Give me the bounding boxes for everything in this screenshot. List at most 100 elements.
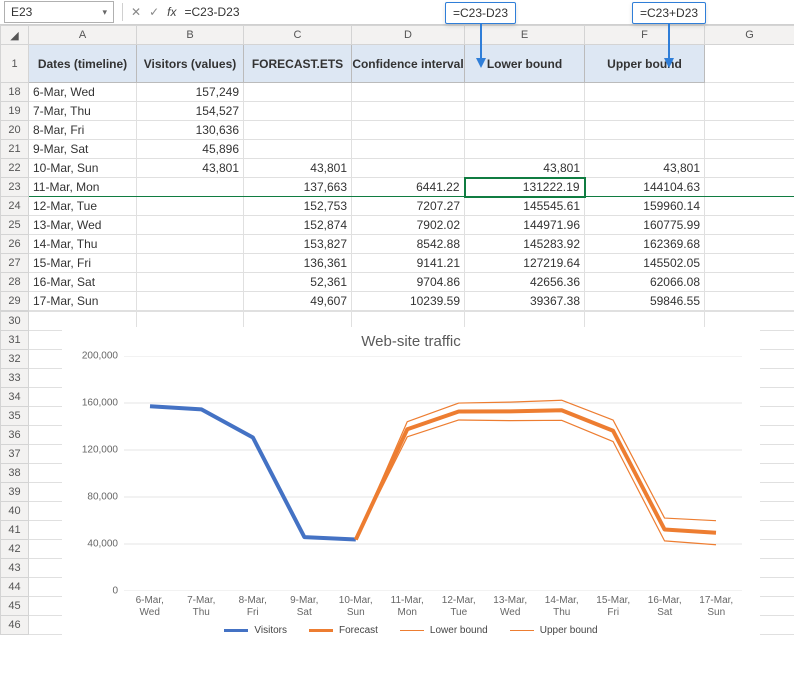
cell-visitors[interactable] [137, 216, 244, 235]
cell-forecast[interactable]: 52,361 [244, 273, 352, 292]
cell-empty[interactable] [705, 121, 794, 140]
row-head[interactable]: 28 [1, 273, 29, 292]
row-head-1[interactable]: 1 [1, 45, 29, 83]
fx-icon[interactable]: fx [167, 5, 176, 19]
cell-G-header[interactable] [705, 45, 794, 83]
cell-date[interactable]: 9-Mar, Sat [29, 140, 137, 159]
row-head[interactable]: 37 [1, 445, 29, 464]
cell-forecast[interactable]: 137,663 [244, 178, 352, 197]
cell-empty[interactable] [705, 235, 794, 254]
cell-visitors[interactable]: 43,801 [137, 159, 244, 178]
cell-upper[interactable]: 62066.08 [585, 273, 705, 292]
row-head[interactable]: 34 [1, 388, 29, 407]
header-visitors[interactable]: Visitors (values) [137, 45, 244, 83]
header-upper[interactable]: Upper bound [585, 45, 705, 83]
cell-conf[interactable]: 8542.88 [352, 235, 465, 254]
cell-upper[interactable]: 43,801 [585, 159, 705, 178]
cell-date[interactable]: 10-Mar, Sun [29, 159, 137, 178]
cell-visitors[interactable] [137, 235, 244, 254]
header-forecast[interactable]: FORECAST.ETS [244, 45, 352, 83]
cell-forecast[interactable]: 43,801 [244, 159, 352, 178]
cell-forecast[interactable] [244, 83, 352, 102]
row-head[interactable]: 32 [1, 350, 29, 369]
row-head[interactable]: 42 [1, 540, 29, 559]
cell-upper[interactable] [585, 121, 705, 140]
cell-empty[interactable] [705, 254, 794, 273]
row-head[interactable]: 29 [1, 292, 29, 311]
select-all-corner[interactable]: ◢ [1, 26, 29, 45]
cell-date[interactable]: 12-Mar, Tue [29, 197, 137, 216]
cancel-icon[interactable]: ✕ [131, 5, 141, 19]
spreadsheet-grid[interactable]: ◢ A B C D E F G 1 Dates (timeline) Visit… [0, 25, 794, 311]
cell-conf[interactable] [352, 159, 465, 178]
cell-upper[interactable] [585, 102, 705, 121]
cell-date[interactable]: 17-Mar, Sun [29, 292, 137, 311]
col-head-B[interactable]: B [137, 26, 244, 45]
cell-visitors[interactable]: 45,896 [137, 140, 244, 159]
cell-lower[interactable] [465, 102, 585, 121]
row-head[interactable]: 27 [1, 254, 29, 273]
cell-conf[interactable]: 10239.59 [352, 292, 465, 311]
row-head[interactable]: 38 [1, 464, 29, 483]
row-head[interactable]: 36 [1, 426, 29, 445]
row-head[interactable]: 19 [1, 102, 29, 121]
cell-upper[interactable]: 160775.99 [585, 216, 705, 235]
col-head-G[interactable]: G [705, 26, 794, 45]
cell-empty[interactable] [705, 216, 794, 235]
cell-date[interactable]: 14-Mar, Thu [29, 235, 137, 254]
cell-visitors[interactable]: 154,527 [137, 102, 244, 121]
row-head[interactable]: 21 [1, 140, 29, 159]
formula-input[interactable]: =C23-D23 [180, 2, 790, 22]
row-head[interactable]: 18 [1, 83, 29, 102]
cell-date[interactable]: 13-Mar, Wed [29, 216, 137, 235]
col-head-A[interactable]: A [29, 26, 137, 45]
row-head[interactable]: 31 [1, 331, 29, 350]
cell-forecast[interactable]: 152,874 [244, 216, 352, 235]
cell-conf[interactable]: 6441.22 [352, 178, 465, 197]
row-head[interactable]: 20 [1, 121, 29, 140]
cell-visitors[interactable] [137, 197, 244, 216]
cell-lower[interactable]: 127219.64 [465, 254, 585, 273]
cell-date[interactable]: 8-Mar, Fri [29, 121, 137, 140]
cell-date[interactable]: 15-Mar, Fri [29, 254, 137, 273]
cell-upper[interactable] [585, 140, 705, 159]
cell-date[interactable]: 7-Mar, Thu [29, 102, 137, 121]
chart[interactable]: Web-site traffic 200,000160,000120,00080… [62, 327, 760, 647]
cell-visitors[interactable] [137, 273, 244, 292]
row-head[interactable]: 30 [1, 312, 29, 331]
row-head[interactable]: 23 [1, 178, 29, 197]
row-head[interactable]: 40 [1, 502, 29, 521]
cell-lower[interactable]: 145283.92 [465, 235, 585, 254]
cell-forecast[interactable]: 49,607 [244, 292, 352, 311]
cell-empty[interactable] [705, 140, 794, 159]
cell-forecast[interactable] [244, 121, 352, 140]
row-head[interactable]: 26 [1, 235, 29, 254]
cell-conf[interactable]: 7207.27 [352, 197, 465, 216]
col-head-F[interactable]: F [585, 26, 705, 45]
cell-empty[interactable] [705, 102, 794, 121]
cell-empty[interactable] [705, 292, 794, 311]
cell-visitors[interactable]: 157,249 [137, 83, 244, 102]
col-head-C[interactable]: C [244, 26, 352, 45]
cell-lower[interactable]: 39367.38 [465, 292, 585, 311]
cell-visitors[interactable] [137, 178, 244, 197]
cell-conf[interactable] [352, 121, 465, 140]
cell-empty[interactable] [705, 83, 794, 102]
cell-forecast[interactable] [244, 102, 352, 121]
enter-icon[interactable]: ✓ [149, 5, 159, 19]
cell-empty[interactable] [705, 197, 794, 216]
cell-upper[interactable]: 162369.68 [585, 235, 705, 254]
cell-visitors[interactable] [137, 292, 244, 311]
header-lower[interactable]: Lower bound [465, 45, 585, 83]
cell-conf[interactable] [352, 102, 465, 121]
row-head[interactable]: 25 [1, 216, 29, 235]
cell-lower[interactable] [465, 83, 585, 102]
cell-empty[interactable] [705, 159, 794, 178]
row-head[interactable]: 45 [1, 597, 29, 616]
cell-lower[interactable]: 131222.19 [465, 178, 585, 197]
cell-conf[interactable]: 7902.02 [352, 216, 465, 235]
chevron-down-icon[interactable]: ▾ [102, 7, 107, 18]
cell-lower[interactable] [465, 121, 585, 140]
cell-forecast[interactable]: 153,827 [244, 235, 352, 254]
cell-date[interactable]: 6-Mar, Wed [29, 83, 137, 102]
